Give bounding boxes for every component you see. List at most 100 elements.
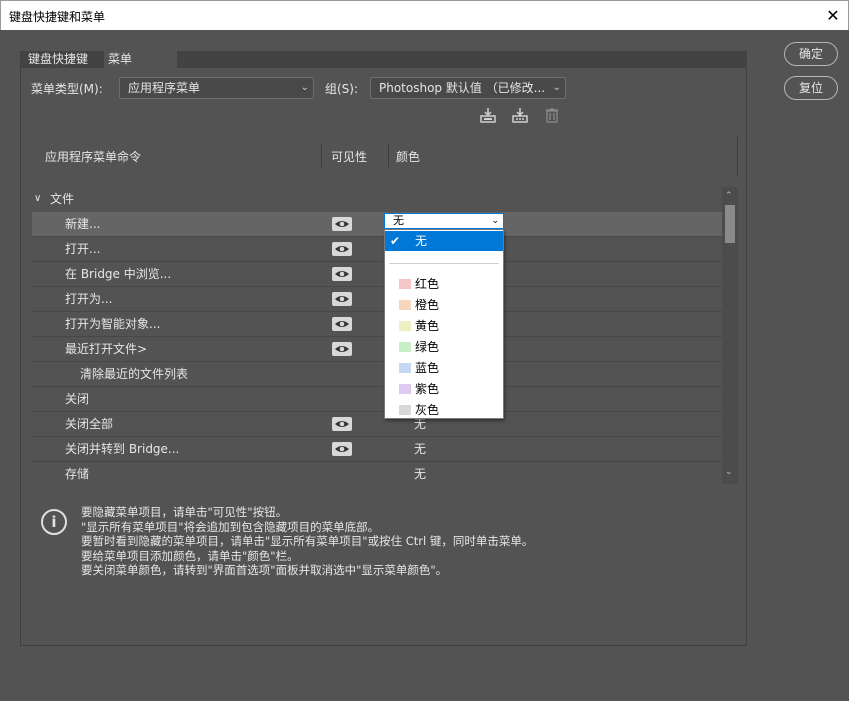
info-line: 要关闭菜单颜色，请转到"界面首选项"面板并取消选中"显示菜单颜色"。 [81, 563, 448, 577]
color-swatch [399, 300, 411, 310]
menu-type-value: 应用程序菜单 [128, 81, 201, 95]
chevron-down-icon: ⌄ [300, 82, 309, 93]
color-option-label: 紫色 [415, 382, 440, 396]
scroll-up-icon[interactable]: ⌃ [725, 191, 733, 201]
eye-icon[interactable] [332, 342, 352, 356]
menu-command-name: 关闭并转到 Bridge... [65, 442, 180, 456]
eye-icon[interactable] [332, 442, 352, 456]
color-swatch [399, 384, 411, 394]
eye-icon[interactable] [332, 217, 352, 231]
table-row[interactable]: 最近打开文件> [32, 337, 722, 362]
color-dropdown: ✔ 无 红色橙色黄色绿色蓝色紫色灰色 [384, 229, 504, 419]
table-row[interactable]: 清除最近的文件列表 [32, 362, 722, 387]
eye-icon[interactable] [332, 417, 352, 431]
column-header-color: 颜色 [396, 150, 421, 164]
scrollbar-thumb[interactable] [725, 205, 735, 243]
menu-command-name: 关闭 [65, 392, 90, 406]
scrollbar[interactable]: ⌃ ⌄ [722, 187, 738, 484]
close-icon[interactable]: ✕ [818, 1, 848, 31]
eye-icon[interactable] [332, 242, 352, 256]
scroll-down-icon[interactable]: ⌄ [725, 467, 733, 477]
table-row[interactable]: 在 Bridge 中浏览... [32, 262, 722, 287]
color-option[interactable]: 橙色 [385, 295, 503, 315]
color-swatch [399, 342, 411, 352]
color-option-label: 蓝色 [415, 361, 440, 375]
color-select[interactable]: 无 ⌄ [384, 213, 504, 229]
color-option-none[interactable]: ✔ 无 [385, 231, 503, 251]
color-option-label: 无 [415, 234, 428, 248]
menu-command-name: 存储 [65, 467, 90, 481]
color-swatch [399, 321, 411, 331]
menu-command-name: 关闭全部 [65, 417, 114, 431]
group-select[interactable]: Photoshop 默认值 （已修改... ⌄ [370, 77, 566, 99]
dropdown-divider [389, 263, 499, 264]
table-row[interactable]: 存储 无 [32, 462, 722, 484]
color-option-label: 红色 [415, 277, 440, 291]
color-option-label: 橙色 [415, 298, 440, 312]
color-option-label: 黄色 [415, 319, 440, 333]
check-icon: ✔ [390, 234, 401, 248]
color-option-label: 绿色 [415, 340, 440, 354]
menu-command-color[interactable]: 无 [414, 437, 426, 461]
color-option[interactable]: 绿色 [385, 337, 503, 357]
info-icon: i [41, 509, 67, 535]
column-header-visibility: 可见性 [331, 150, 368, 164]
delete-set-icon[interactable] [543, 107, 561, 123]
color-option[interactable]: 红色 [385, 274, 503, 294]
menu-command-name: 在 Bridge 中浏览... [65, 267, 172, 281]
menu-type-select[interactable]: 应用程序菜单 ⌄ [119, 77, 314, 99]
menu-command-name: 最近打开文件> [65, 342, 148, 356]
save-as-set-icon[interactable] [511, 107, 529, 123]
ok-button[interactable]: 确定 [784, 42, 838, 66]
title-bar: 键盘快捷键和菜单 ✕ [0, 0, 849, 30]
group-value: Photoshop 默认值 （已修改... [379, 81, 546, 95]
table-row[interactable]: 新建... [32, 212, 722, 237]
color-option[interactable]: 蓝色 [385, 358, 503, 378]
info-text: 要隐藏菜单项目，请单击"可见性"按钮。 "显示所有菜单项目"将会追加到包含隐藏项目… [81, 505, 721, 578]
color-option[interactable]: 黄色 [385, 316, 503, 336]
color-swatch [399, 279, 411, 289]
color-option-label: 灰色 [415, 403, 440, 417]
menu-command-name: 打开为智能对象... [65, 317, 161, 331]
group-row-file[interactable]: ∨ 文件 [32, 187, 722, 211]
column-divider [388, 143, 389, 167]
tab-keyboard-shortcuts[interactable]: 键盘快捷键 [24, 51, 104, 68]
menu-command-name: 新建... [65, 217, 101, 231]
info-line: "显示所有菜单项目"将会追加到包含隐藏项目的菜单底部。 [81, 519, 380, 534]
table-row[interactable]: 关闭 [32, 387, 722, 412]
column-divider [321, 143, 322, 167]
tab-menus[interactable]: 菜单 [104, 51, 177, 68]
table-row[interactable]: 打开... [32, 237, 722, 262]
table-row[interactable]: 打开为... [32, 287, 722, 312]
window-title: 键盘快捷键和菜单 [9, 10, 106, 24]
table-row[interactable]: 打开为智能对象... [32, 312, 722, 337]
eye-icon[interactable] [332, 292, 352, 306]
eye-icon[interactable] [332, 267, 352, 281]
column-divider [737, 137, 738, 177]
color-select-value: 无 [393, 214, 404, 227]
reset-button[interactable]: 复位 [784, 76, 838, 100]
tab-strip: 键盘快捷键 菜单 [20, 51, 747, 68]
menu-command-name: 打开... [65, 242, 101, 256]
table-row[interactable]: 关闭并转到 Bridge... 无 [32, 437, 722, 462]
menu-command-name: 打开为... [65, 292, 113, 306]
color-swatch [399, 405, 411, 415]
eye-icon[interactable] [332, 317, 352, 331]
info-line: 要给菜单项目添加颜色，请单击"颜色"栏。 [81, 548, 299, 563]
chevron-down-icon: ⌄ [491, 216, 499, 226]
menu-command-name: 清除最近的文件列表 [80, 367, 189, 381]
color-option[interactable]: 灰色 [385, 400, 503, 420]
info-line: 要暂时看到隐藏的菜单项目，请单击"显示所有菜单项目"或按住 Ctrl 键，同时单… [81, 534, 534, 548]
group-label: 文件 [50, 192, 75, 206]
chevron-down-icon: ⌄ [552, 82, 561, 93]
save-set-icon[interactable] [479, 107, 497, 123]
menu-command-color[interactable]: 无 [414, 462, 426, 484]
color-option[interactable]: 紫色 [385, 379, 503, 399]
color-swatch [399, 363, 411, 373]
menu-type-label: 菜单类型(M): [31, 82, 103, 96]
group-label: 组(S): [325, 82, 359, 96]
table-row[interactable]: 关闭全部无 [32, 412, 722, 437]
info-line: 要隐藏菜单项目，请单击"可见性"按钮。 [81, 505, 288, 519]
column-header-command: 应用程序菜单命令 [45, 150, 142, 164]
chevron-down-icon[interactable]: ∨ [34, 187, 41, 211]
